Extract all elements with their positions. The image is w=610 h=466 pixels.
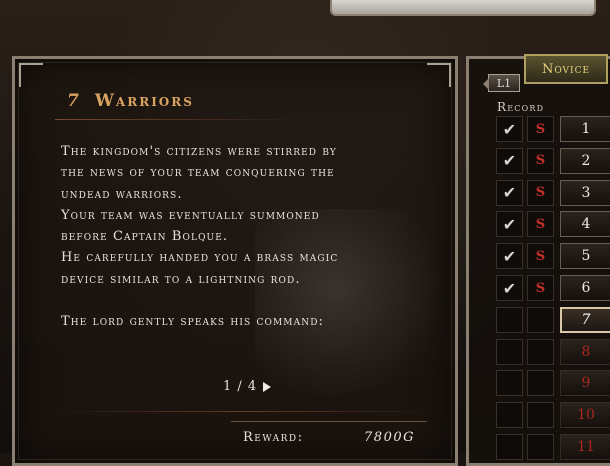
chapter-name: Warriors <box>94 91 194 111</box>
rank-s-badge: S <box>527 211 554 238</box>
corner-ornament-icon <box>19 63 43 87</box>
next-page-arrow-icon[interactable] <box>263 381 272 392</box>
reward-value: 7800G <box>364 430 415 445</box>
rank-s-badge <box>527 402 554 429</box>
rank-s-badge <box>527 434 554 460</box>
chapter-button[interactable]: 8 <box>560 338 610 365</box>
cleared-check-icon <box>496 370 523 397</box>
cleared-check-icon <box>496 402 523 429</box>
rank-s-badge: S <box>527 147 554 174</box>
rank-s-badge: S <box>527 243 554 270</box>
cleared-check-icon <box>496 434 523 460</box>
record-row: ✔ S 6 <box>496 275 610 301</box>
story-line: the news of your team conquering the <box>61 165 335 181</box>
record-row: 10 <box>496 402 610 429</box>
rank-s-badge: S <box>527 116 554 142</box>
story-line: He carefully handed you a brass magic <box>61 250 339 266</box>
cleared-check-icon: ✔ <box>496 275 523 301</box>
cleared-check-icon: ✔ <box>496 243 523 270</box>
title-underline <box>55 119 305 120</box>
top-frame-ornament <box>330 0 596 16</box>
rank-s-badge: S <box>527 275 554 301</box>
chapter-button[interactable]: 6 <box>560 275 610 301</box>
chapter-button[interactable]: 1 <box>560 116 610 142</box>
difficulty-tab[interactable]: Novice <box>524 54 608 84</box>
record-title: Record <box>497 100 545 114</box>
pager: 1 / 4 <box>223 379 272 394</box>
chapter-number: 7 <box>67 91 81 111</box>
record-row: 11 <box>496 434 610 460</box>
chapter-button[interactable]: 11 <box>560 434 610 460</box>
page-tab[interactable]: L1 <box>483 74 520 92</box>
cleared-check-icon: ✔ <box>496 147 523 174</box>
story-line: device similar to a lightning rod. <box>61 271 301 287</box>
reward-label: Reward: <box>243 430 304 445</box>
reward-bar: Reward: 7800G <box>231 421 427 448</box>
record-row: ✔ S 1 <box>496 116 610 142</box>
story-line: The kingdom's citizens were stirred by <box>61 144 337 159</box>
chapter-button[interactable]: 9 <box>560 370 610 397</box>
chapter-button[interactable]: 3 <box>560 179 610 206</box>
record-row: ✔ S 5 <box>496 243 610 270</box>
chapter-button[interactable]: 2 <box>560 147 610 174</box>
cleared-check-icon <box>496 338 523 365</box>
chapter-title: 7 Warriors <box>67 91 194 111</box>
cleared-check-icon <box>496 306 523 333</box>
record-row: ✔ S 2 <box>496 147 610 174</box>
rank-s-badge: S <box>527 179 554 206</box>
rank-s-badge <box>527 370 554 397</box>
chapter-button[interactable]: 4 <box>560 211 610 238</box>
story-panel: 7 Warriors The kingdom's citizens were st… <box>12 56 458 466</box>
story-line: before Captain Bolque. <box>61 229 229 245</box>
page-indicator: 1 / 4 <box>223 379 258 394</box>
cleared-check-icon: ✔ <box>496 179 523 206</box>
record-row: 9 <box>496 370 610 397</box>
story-line: undead warriors. <box>61 186 183 202</box>
cleared-check-icon: ✔ <box>496 116 523 142</box>
story-line: Your team was eventually summoned <box>61 207 320 223</box>
rank-s-badge <box>527 306 554 333</box>
command-line: The lord gently speaks his command: <box>61 314 324 330</box>
record-row: ✔ S 3 <box>496 179 610 206</box>
record-row: 8 <box>496 338 610 365</box>
story-text: The kingdom's citizens were stirred by t… <box>61 141 441 332</box>
divider <box>55 411 435 412</box>
rank-s-badge <box>527 338 554 365</box>
corner-ornament-icon <box>427 63 451 87</box>
chapter-button[interactable]: 5 <box>560 243 610 270</box>
chapter-button[interactable]: 10 <box>560 402 610 429</box>
record-row: ✔ S 4 <box>496 211 610 238</box>
chapter-button[interactable]: 7 <box>560 306 610 333</box>
cleared-check-icon: ✔ <box>496 211 523 238</box>
record-row: 7 <box>496 306 610 333</box>
